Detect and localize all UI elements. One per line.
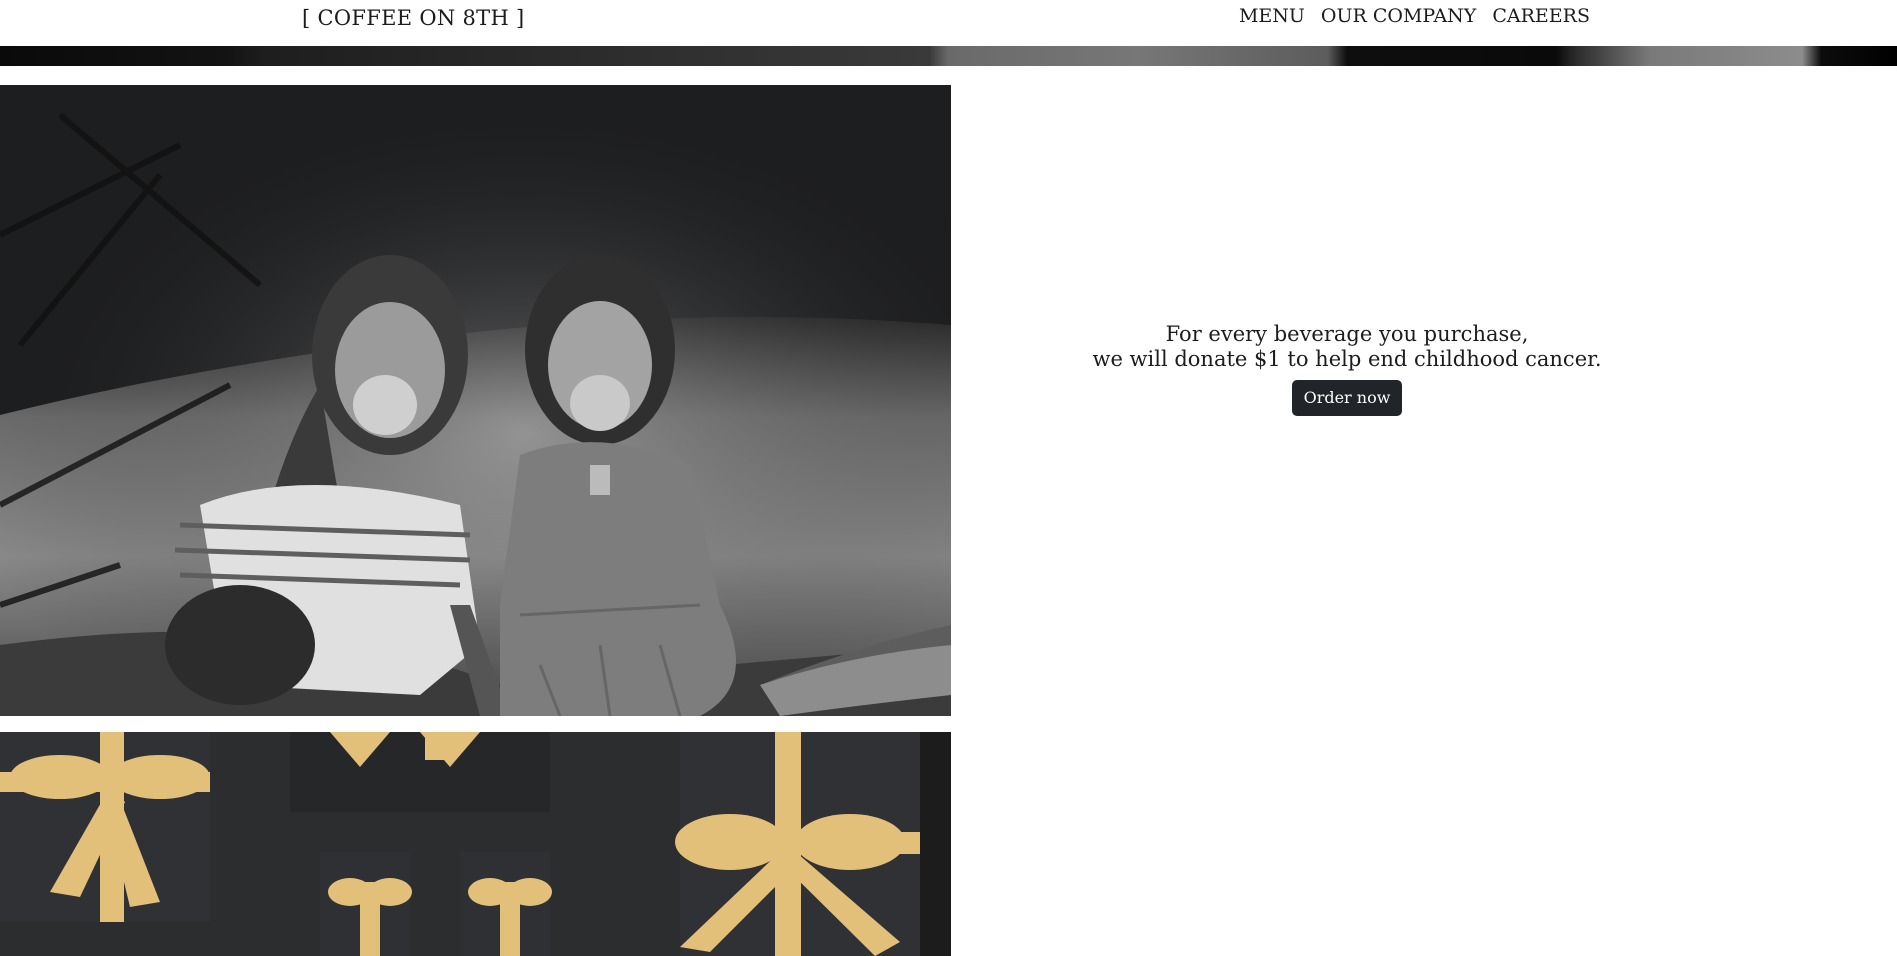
order-now-button[interactable]: Order now — [1291, 380, 1403, 416]
hero-image-strip — [0, 46, 1897, 66]
nav-link-menu[interactable]: MENU — [1239, 4, 1305, 29]
main-nav: MENU OUR COMPANY CAREERS — [1239, 4, 1590, 29]
promo-line-2: we will donate $1 to help end childhood … — [1092, 347, 1602, 371]
charity-promo: For every beverage you purchase, we will… — [951, 322, 1743, 416]
navbar: [ COFFEE ON 8TH ] MENU OUR COMPANY CAREE… — [0, 0, 1897, 46]
promo-line-1: For every beverage you purchase, — [1165, 322, 1529, 346]
nav-link-careers[interactable]: CAREERS — [1492, 4, 1590, 29]
children-laughing-photo — [0, 85, 951, 716]
gift-boxes-image — [0, 732, 951, 956]
nav-link-our-company[interactable]: OUR COMPANY — [1321, 4, 1476, 29]
brand-logo[interactable]: [ COFFEE ON 8TH ] — [302, 4, 525, 32]
